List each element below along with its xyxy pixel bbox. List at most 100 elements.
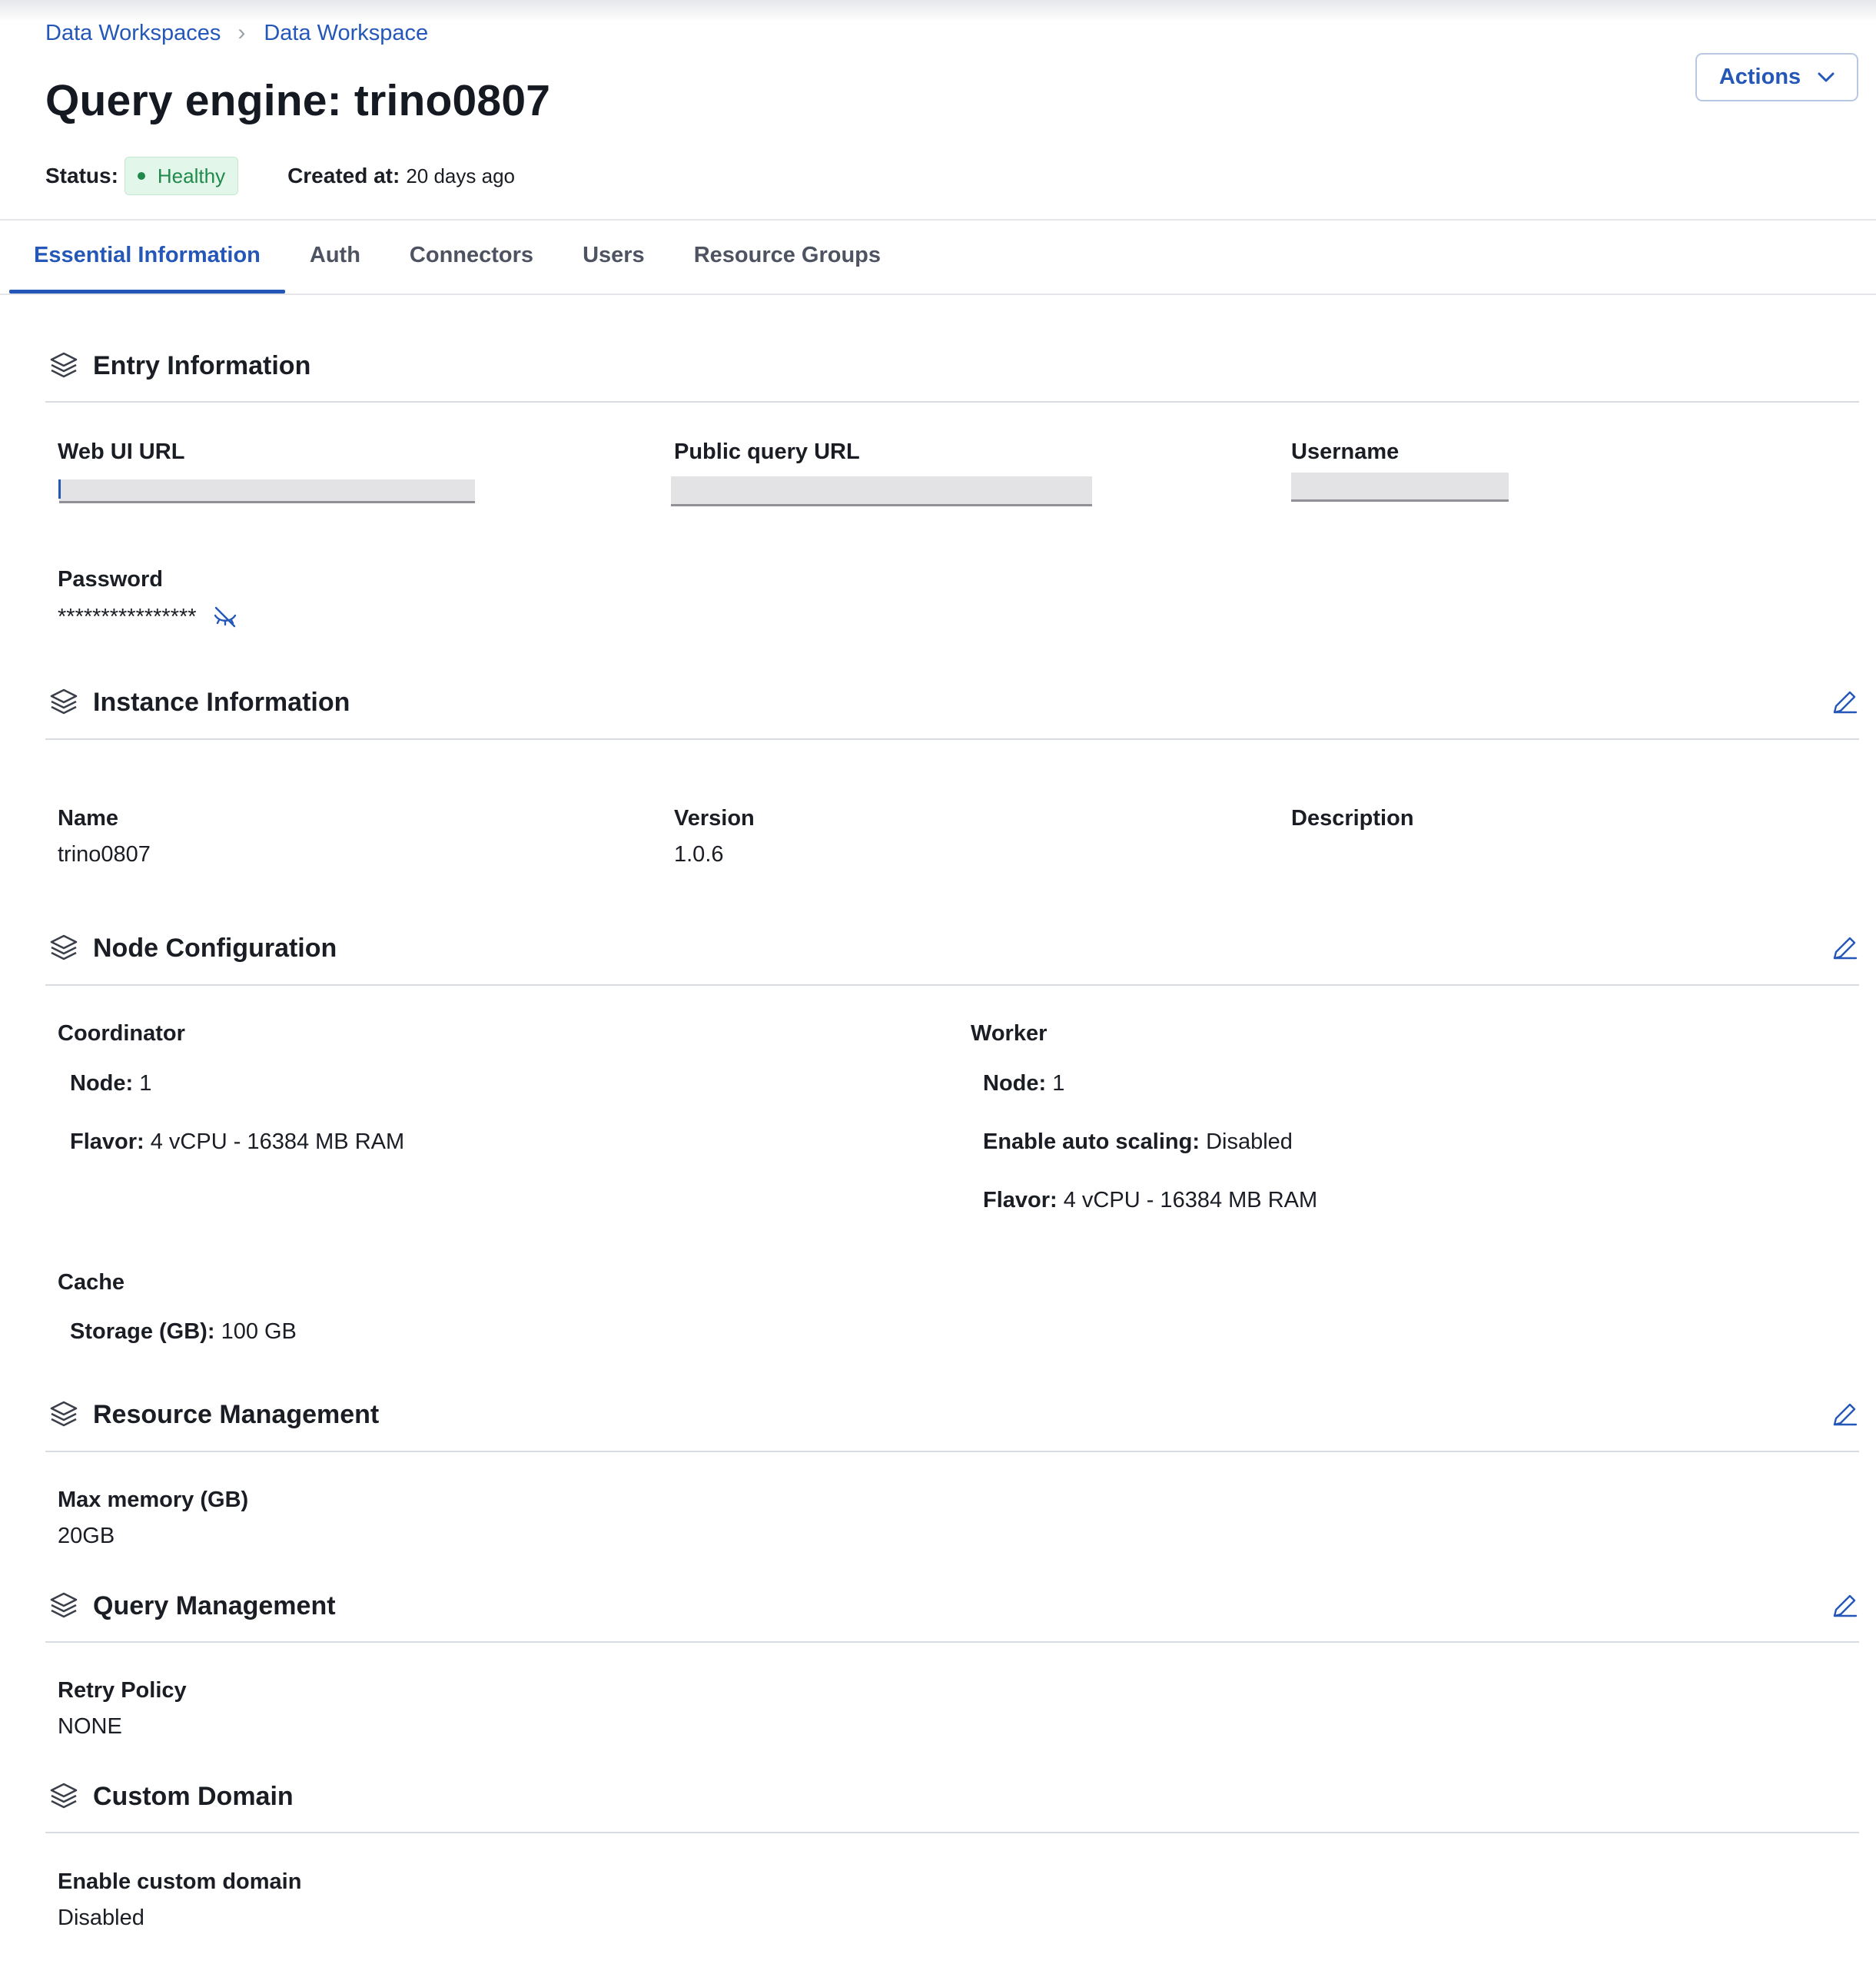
max-memory-label: Max memory (GB) <box>58 1488 249 1512</box>
username-redacted-value <box>1291 473 1509 502</box>
breadcrumb-data-workspace[interactable]: Data Workspace <box>264 21 428 46</box>
coordinator-field: Coordinator <box>58 1021 185 1047</box>
coordinator-node-value: 1 <box>139 1071 152 1096</box>
max-memory-field: Max memory (GB) 20GB <box>58 1488 248 1549</box>
cache-field: Cache <box>58 1270 125 1295</box>
query-engine-detail-page: Data Workspaces › Data Workspace Query e… <box>0 0 1876 1967</box>
retry-policy-field: Retry Policy NONE <box>58 1678 187 1740</box>
section-divider <box>45 984 1859 986</box>
coordinator-flavor: Flavor: 4 vCPU - 16384 MB RAM <box>70 1129 404 1155</box>
section-instance-information: Instance Information <box>45 683 1859 721</box>
version-label: Version <box>674 806 755 831</box>
worker-node: Node: 1 <box>983 1071 1064 1096</box>
section-divider <box>45 738 1859 740</box>
worker-flavor: Flavor: 4 vCPU - 16384 MB RAM <box>983 1188 1317 1213</box>
layers-icon <box>50 352 78 378</box>
layers-icon <box>50 934 78 960</box>
pencil-icon[interactable] <box>1830 934 1859 963</box>
custom-domain-value: Disabled <box>58 1906 144 1930</box>
section-resource-management: Resource Management <box>45 1395 1859 1434</box>
worker-auto-scaling-value: Disabled <box>1206 1129 1293 1154</box>
password-field: Password <box>58 567 163 592</box>
section-custom-domain: Custom Domain <box>45 1777 1859 1816</box>
section-divider <box>45 1641 1859 1643</box>
version-field: Version 1.0.6 <box>674 806 755 867</box>
name-label: Name <box>58 806 118 831</box>
web-ui-url-redacted-value[interactable] <box>59 479 475 503</box>
pencil-icon[interactable] <box>1830 1591 1859 1620</box>
tab-auth[interactable]: Auth <box>285 235 385 294</box>
tab-resource-groups[interactable]: Resource Groups <box>669 235 905 294</box>
eye-off-icon[interactable] <box>212 604 238 630</box>
retry-policy-value: NONE <box>58 1714 122 1739</box>
link-marker <box>58 479 61 499</box>
version-value: 1.0.6 <box>674 842 724 867</box>
section-title: Entry Information <box>93 350 311 380</box>
pencil-icon[interactable] <box>1830 688 1859 717</box>
layers-icon <box>50 1401 78 1427</box>
coordinator-flavor-value: 4 vCPU - 16384 MB RAM <box>150 1129 405 1154</box>
worker-node-value: 1 <box>1052 1071 1065 1096</box>
status-row: Status: Healthy Created at: 20 days ago <box>45 157 515 195</box>
tab-essential-information[interactable]: Essential Information <box>9 235 285 294</box>
section-query-management: Query Management <box>45 1587 1859 1625</box>
username-label: Username <box>1291 440 1400 464</box>
pencil-icon[interactable] <box>1830 1400 1859 1429</box>
layers-icon <box>50 1592 78 1618</box>
actions-button-label: Actions <box>1718 65 1801 89</box>
section-divider <box>45 1451 1859 1452</box>
worker-label: Worker <box>971 1021 1048 1046</box>
status-dot-icon <box>137 172 145 180</box>
layers-icon <box>50 1783 78 1809</box>
description-field: Description <box>1291 806 1414 831</box>
custom-domain-field: Enable custom domain Disabled <box>58 1869 301 1931</box>
password-label: Password <box>58 567 163 592</box>
coordinator-node-label: Node: <box>70 1071 134 1096</box>
worker-flavor-label: Flavor: <box>983 1188 1058 1212</box>
password-value-row: **************** <box>58 604 238 630</box>
chevron-right-icon: › <box>237 20 246 45</box>
status-value: Healthy <box>157 164 226 187</box>
password-value: **************** <box>58 604 197 629</box>
tabs-divider <box>0 294 1876 295</box>
created-at-value: 20 days ago <box>406 164 515 187</box>
max-memory-value: 20GB <box>58 1524 115 1548</box>
section-node-configuration: Node Configuration <box>45 929 1859 967</box>
layers-icon <box>50 688 78 715</box>
name-value: trino0807 <box>58 842 151 867</box>
retry-policy-label: Retry Policy <box>58 1678 187 1703</box>
cache-storage-value: 100 GB <box>221 1319 297 1344</box>
created-at: Created at: 20 days ago <box>287 164 515 188</box>
breadcrumb-data-workspaces[interactable]: Data Workspaces <box>45 21 221 46</box>
cache-label: Cache <box>58 1270 125 1295</box>
public-query-url-label: Public query URL <box>674 440 860 464</box>
breadcrumb: Data Workspaces › Data Workspace <box>45 20 428 46</box>
section-title: Node Configuration <box>93 933 337 963</box>
chevron-down-icon <box>1818 72 1834 81</box>
status-badge: Healthy <box>124 157 239 195</box>
tab-connectors[interactable]: Connectors <box>385 235 558 294</box>
section-title: Custom Domain <box>93 1781 294 1811</box>
worker-node-label: Node: <box>983 1071 1047 1096</box>
tab-users[interactable]: Users <box>558 235 669 294</box>
worker-auto-scaling: Enable auto scaling: Disabled <box>983 1129 1293 1155</box>
section-entry-information: Entry Information <box>45 347 1859 385</box>
tab-bar: Essential Information Auth Connectors Us… <box>9 235 905 294</box>
header-divider <box>0 219 1876 221</box>
actions-button[interactable]: Actions <box>1695 53 1858 101</box>
name-field: Name trino0807 <box>58 806 151 867</box>
coordinator-node: Node: 1 <box>70 1071 151 1096</box>
web-ui-url-field: Web UI URL <box>58 440 184 465</box>
coordinator-label: Coordinator <box>58 1021 185 1046</box>
cache-storage: Storage (GB): 100 GB <box>70 1319 297 1345</box>
web-ui-url-label: Web UI URL <box>58 440 185 464</box>
worker-flavor-value: 4 vCPU - 16384 MB RAM <box>1063 1188 1318 1212</box>
worker-field: Worker <box>971 1021 1047 1047</box>
created-at-label: Created at: <box>287 164 400 187</box>
custom-domain-label: Enable custom domain <box>58 1869 302 1894</box>
worker-auto-scaling-label: Enable auto scaling: <box>983 1129 1200 1154</box>
section-title: Instance Information <box>93 687 350 717</box>
public-query-url-field: Public query URL <box>674 440 860 465</box>
description-label: Description <box>1291 806 1414 831</box>
coordinator-flavor-label: Flavor: <box>70 1129 144 1154</box>
